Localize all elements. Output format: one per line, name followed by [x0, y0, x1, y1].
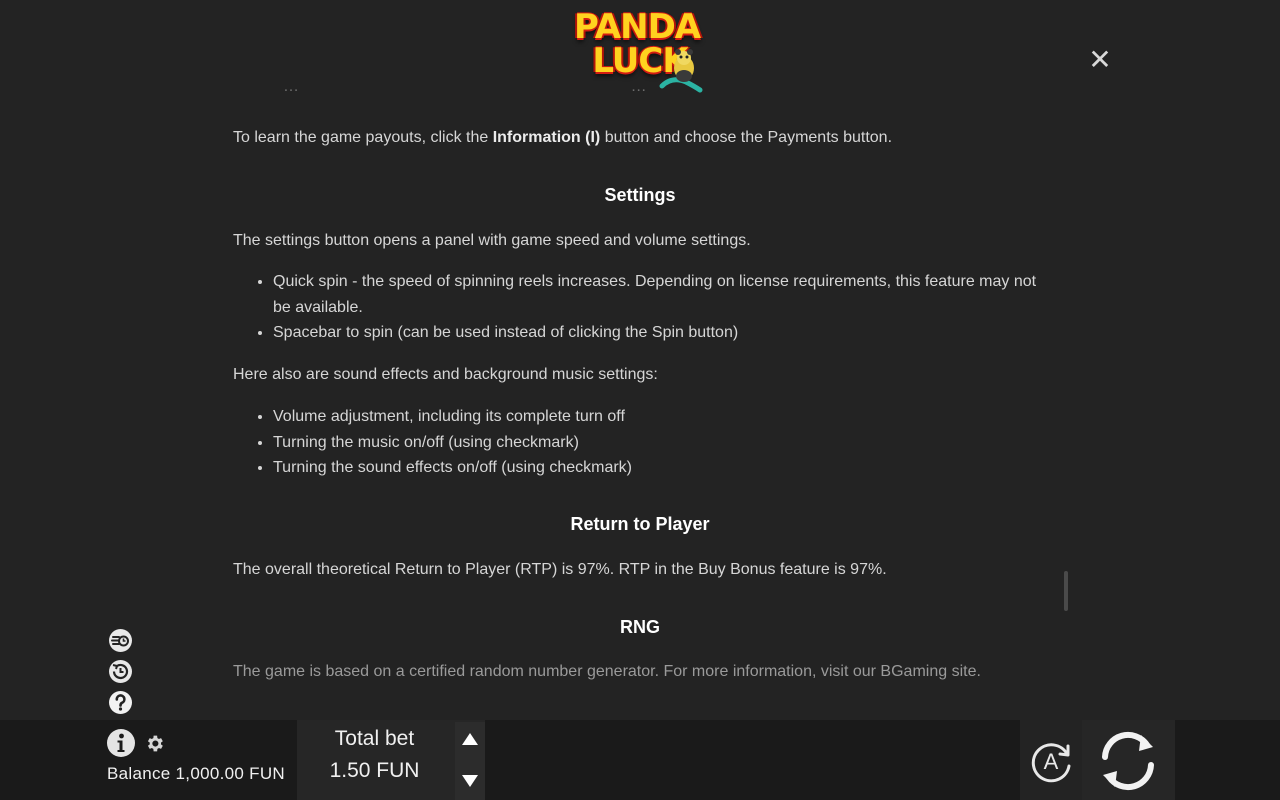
rtp-heading: Return to Player	[570, 514, 710, 534]
list-item: Turning the music on/off (using checkmar…	[273, 430, 1053, 456]
info-icon[interactable]	[106, 728, 136, 758]
logo-text-line1: PANDA	[574, 7, 701, 47]
autoplay-button[interactable]: A	[1026, 736, 1076, 786]
payouts-paragraph: To learn the game payouts, click the Inf…	[233, 125, 892, 151]
cutoff-text: … — — — — — — — — — — — — — — — — …	[233, 88, 793, 96]
total-bet-label: Total bet	[334, 727, 415, 750]
spin-button[interactable]	[1093, 727, 1163, 795]
scrollbar-thumb[interactable]	[1064, 571, 1068, 611]
autoplay-label: A	[1044, 749, 1059, 774]
sound-list: Volume adjustment, including its complet…	[233, 404, 1053, 481]
history-icon[interactable]	[108, 659, 133, 684]
panda-mascot-icon	[659, 49, 703, 93]
help-icon[interactable]	[108, 690, 133, 715]
bet-increase-icon[interactable]	[462, 733, 478, 745]
payouts-text-pre: To learn the game payouts, click the	[233, 129, 493, 146]
close-icon[interactable]: ✕	[1086, 46, 1114, 74]
sound-intro: Here also are sound effects and backgrou…	[233, 366, 658, 383]
total-bet-value: 1.50 FUN	[329, 759, 420, 782]
payouts-text-post: button and choose the Payments button.	[600, 129, 893, 146]
game-logo: PANDA LUCK	[574, 4, 706, 96]
list-item: Turning the sound effects on/off (using …	[273, 455, 1053, 481]
quick-spin-icon[interactable]	[108, 628, 133, 653]
rng-heading: RNG	[620, 617, 660, 637]
list-item: Volume adjustment, including its complet…	[273, 404, 1053, 430]
bet-decrease-icon[interactable]	[462, 775, 478, 787]
settings-list: Quick spin - the speed of spinning reels…	[233, 269, 1053, 346]
rng-text: The game is based on a certified random …	[233, 663, 981, 680]
cutoff-text-line: … — — — — — — — — — — — — — — — — …	[283, 88, 647, 96]
rtp-text: The overall theoretical Return to Player…	[233, 561, 887, 578]
balance-display: Balance 1,000.00 FUN	[107, 764, 285, 783]
gear-icon[interactable]	[144, 733, 165, 754]
list-item: Spacebar to spin (can be used instead of…	[273, 320, 1053, 346]
settings-intro: The settings button opens a panel with g…	[233, 232, 751, 249]
payouts-text-bold: Information (I)	[492, 129, 601, 146]
settings-heading: Settings	[604, 185, 676, 205]
list-item: Quick spin - the speed of spinning reels…	[273, 269, 1053, 320]
